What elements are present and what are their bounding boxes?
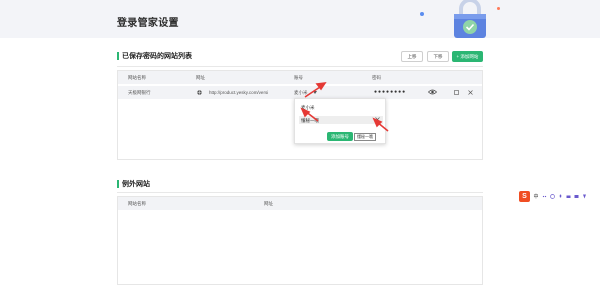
column-header-url: 网址	[264, 201, 273, 206]
section-divider	[117, 192, 483, 193]
annotation-arrow	[300, 107, 319, 122]
punctuation-icon[interactable]	[542, 194, 547, 199]
table-header: 网站名称 网址	[118, 197, 482, 210]
chinese-mode-icon[interactable]: 中	[533, 194, 539, 200]
exception-section-title: 例外网站	[117, 179, 150, 189]
emoji-icon[interactable]	[550, 194, 555, 199]
sogou-s-icon[interactable]: S	[519, 191, 530, 202]
skin-icon[interactable]	[574, 194, 579, 199]
annotation-arrow	[372, 117, 389, 132]
exception-sites-table: 网站名称 网址	[117, 196, 483, 285]
keyboard-icon[interactable]	[566, 194, 571, 199]
annotation-arrow	[304, 81, 327, 98]
section-accent-bar	[117, 180, 119, 188]
column-header-site-name: 网站名称	[128, 201, 146, 206]
exception-section-title-text: 例外网站	[122, 181, 150, 188]
microphone-icon[interactable]	[558, 194, 563, 199]
ime-toolbar[interactable]: S 中	[519, 190, 587, 203]
tools-icon[interactable]	[582, 194, 587, 199]
